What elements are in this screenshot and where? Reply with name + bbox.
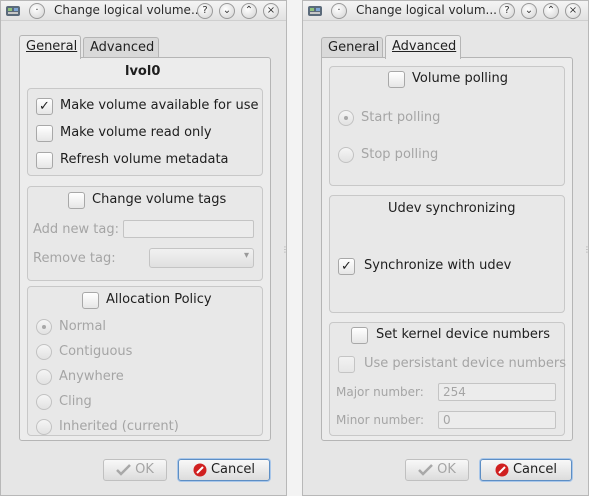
udev-title: Udev synchronizing — [388, 201, 516, 216]
add-tag-label: Add new tag: — [33, 222, 119, 237]
title-bar[interactable]: · Change logical volum... ? ⌄ ⌃ × — [303, 1, 588, 21]
remove-tag-select[interactable]: ▾ — [149, 248, 254, 268]
kernel-numbers-label: Set kernel device numbers — [376, 327, 550, 342]
tab-general[interactable]: General — [19, 35, 81, 59]
cancel-button[interactable]: Cancel — [480, 459, 572, 481]
check-icon: ✓ — [39, 99, 50, 114]
radio-anywhere[interactable] — [36, 369, 52, 385]
major-number-label: Major number: — [336, 385, 424, 399]
check-icon — [418, 463, 433, 476]
kernel-numbers-checkbox[interactable] — [351, 327, 368, 344]
radio-inherited[interactable] — [36, 419, 52, 435]
major-number-input[interactable]: 254 — [438, 383, 556, 401]
resize-grip[interactable]: ⋮ — [583, 245, 588, 255]
udev-sync-label: Synchronize with udev — [364, 258, 512, 273]
ok-button[interactable]: OK — [405, 459, 469, 481]
radio-normal[interactable] — [36, 319, 52, 335]
persistent-numbers-label: Use persistant device numbers — [364, 356, 567, 371]
tab-advanced[interactable]: Advanced — [83, 37, 159, 59]
tab-advanced[interactable]: Advanced — [385, 35, 461, 59]
volume-polling-group: Volume polling Start polling Stop pollin… — [329, 66, 565, 186]
udev-sync-checkbox[interactable]: ✓ — [338, 258, 355, 275]
advanced-panel: Volume polling Start polling Stop pollin… — [321, 57, 573, 441]
udev-group: Udev synchronizing ✓ Synchronize with ud… — [329, 195, 565, 313]
radio-normal-label: Normal — [59, 319, 107, 334]
check-icon — [116, 463, 131, 476]
maximize-icon[interactable]: ⌃ — [543, 3, 559, 19]
app-icon[interactable] — [5, 4, 21, 18]
dialog-general: · Change logical volume... ? ⌄ ⌃ × Gener… — [0, 0, 287, 496]
tags-group: Change volume tags Add new tag: Remove t… — [27, 186, 263, 281]
refresh-metadata-label: Refresh volume metadata — [60, 152, 229, 167]
refresh-metadata-checkbox[interactable] — [36, 152, 53, 169]
minimize-icon[interactable]: ⌄ — [219, 3, 235, 19]
change-tags-checkbox[interactable] — [68, 192, 85, 209]
menu-button[interactable]: · — [29, 3, 45, 19]
volume-polling-label: Volume polling — [412, 71, 509, 86]
menu-button[interactable]: · — [331, 3, 347, 19]
tab-general[interactable]: General — [321, 37, 383, 59]
window-gap — [287, 0, 302, 496]
start-polling-label: Start polling — [361, 110, 441, 125]
check-icon: ✓ — [341, 259, 352, 274]
available-label: Make volume available for use — [60, 98, 259, 113]
help-icon[interactable]: ? — [499, 3, 515, 19]
radio-contiguous-label: Contiguous — [59, 344, 133, 359]
persistent-numbers-checkbox[interactable] — [338, 356, 355, 373]
radio-cling-label: Cling — [59, 394, 92, 409]
radio-start-polling[interactable] — [338, 110, 354, 126]
read-only-label: Make volume read only — [60, 125, 212, 140]
remove-tag-label: Remove tag: — [33, 251, 116, 266]
change-tags-label: Change volume tags — [92, 192, 227, 207]
add-tag-input[interactable] — [123, 220, 254, 238]
radio-stop-polling[interactable] — [338, 147, 354, 163]
close-icon[interactable]: × — [565, 3, 581, 19]
radio-contiguous[interactable] — [36, 344, 52, 360]
radio-inherited-label: Inherited (current) — [59, 419, 179, 434]
cancel-icon — [193, 463, 207, 476]
window-title: Change logical volum... — [356, 3, 497, 17]
close-icon[interactable]: × — [263, 3, 279, 19]
help-icon[interactable]: ? — [197, 3, 213, 19]
minimize-icon[interactable]: ⌄ — [521, 3, 537, 19]
kernel-numbers-group: Set kernel device numbers Use persistant… — [329, 322, 567, 436]
allocation-policy-label: Allocation Policy — [106, 292, 212, 307]
radio-anywhere-label: Anywhere — [59, 369, 124, 384]
general-panel: lvol0 ✓ Make volume available for use Ma… — [19, 57, 271, 441]
chevron-down-icon: ▾ — [243, 250, 249, 261]
window-title: Change logical volume... — [54, 3, 203, 17]
minor-number-input[interactable]: 0 — [438, 411, 556, 429]
stop-polling-label: Stop polling — [361, 147, 439, 162]
available-checkbox[interactable]: ✓ — [36, 98, 53, 115]
cancel-icon — [495, 463, 509, 476]
dialog-advanced: · Change logical volum... ? ⌄ ⌃ × Genera… — [302, 0, 589, 496]
title-bar[interactable]: · Change logical volume... ? ⌄ ⌃ × — [1, 1, 286, 21]
radio-cling[interactable] — [36, 394, 52, 410]
resize-grip[interactable]: ⋮ — [281, 245, 286, 255]
minor-number-label: Minor number: — [336, 413, 425, 427]
ok-button[interactable]: OK — [103, 459, 167, 481]
cancel-button[interactable]: Cancel — [178, 459, 270, 481]
allocation-policy-checkbox[interactable] — [82, 292, 99, 309]
volume-options-group: ✓ Make volume available for use Make vol… — [27, 88, 263, 176]
read-only-checkbox[interactable] — [36, 125, 53, 142]
allocation-policy-group: Allocation Policy Normal Contiguous Anyw… — [27, 286, 263, 436]
volume-polling-checkbox[interactable] — [388, 71, 405, 88]
app-icon[interactable] — [307, 4, 323, 18]
volume-name: lvol0 — [125, 64, 161, 79]
maximize-icon[interactable]: ⌃ — [241, 3, 257, 19]
